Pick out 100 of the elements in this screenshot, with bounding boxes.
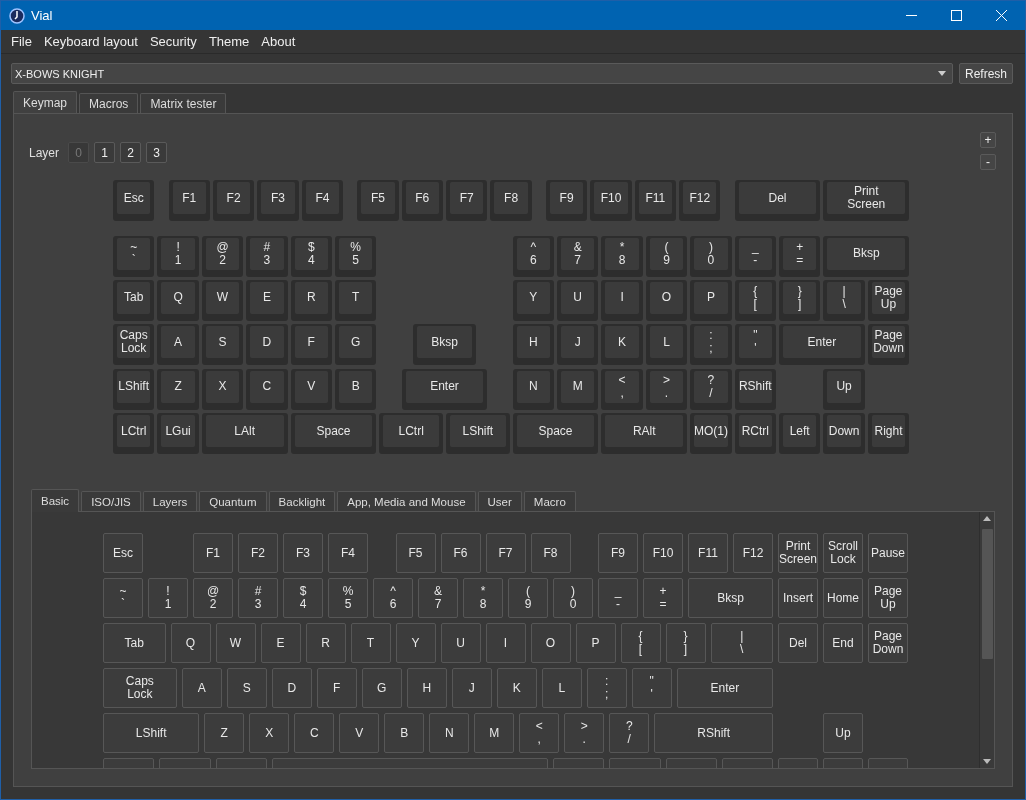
key-button[interactable]: + =: [643, 578, 683, 618]
key-button[interactable]: LCtrl: [113, 413, 155, 455]
key-button[interactable]: B: [384, 713, 425, 753]
key-button[interactable]: G: [335, 324, 377, 366]
key-button[interactable]: F3: [283, 533, 323, 573]
key-button[interactable]: MO(1): [690, 413, 732, 455]
key-button[interactable]: Right: [867, 413, 910, 455]
key-button[interactable]: Del: [778, 623, 818, 663]
key-button[interactable]: @ 2: [193, 578, 233, 618]
scroll-down-icon[interactable]: [983, 759, 991, 764]
key-button[interactable]: Q: [170, 623, 211, 663]
key-button[interactable]: N: [429, 713, 470, 753]
key-button[interactable]: _ -: [598, 578, 638, 618]
tab[interactable]: Quantum: [199, 491, 267, 511]
key-button[interactable]: F: [290, 324, 332, 366]
key-button[interactable]: G: [361, 668, 402, 708]
key-button[interactable]: Down: [823, 413, 865, 455]
tab[interactable]: Backlight: [268, 491, 336, 511]
key-button[interactable]: F7: [446, 180, 488, 221]
key-button[interactable]: Q: [157, 279, 199, 321]
key-button[interactable]: F9: [598, 533, 638, 573]
key-button[interactable]: P: [690, 279, 732, 321]
key-button[interactable]: F1: [193, 533, 233, 573]
key-button[interactable]: V: [339, 713, 380, 753]
key-button[interactable]: Page Up: [867, 279, 910, 321]
key-button[interactable]: H: [512, 324, 554, 366]
key-button[interactable]: Y: [395, 623, 436, 663]
layer-button[interactable]: 1: [94, 142, 116, 163]
refresh-button[interactable]: Refresh: [958, 63, 1013, 84]
key-button[interactable]: F8: [530, 533, 571, 573]
key-button[interactable]: A: [181, 668, 222, 708]
key-button[interactable]: V: [290, 368, 332, 410]
key-button[interactable]: > .: [564, 713, 605, 753]
key-button[interactable]: S: [201, 324, 244, 366]
key-button[interactable]: Tab: [103, 623, 166, 663]
tab[interactable]: App, Media and Mouse: [337, 491, 476, 511]
key-button[interactable]: > .: [645, 368, 688, 410]
key-button[interactable]: F12: [733, 533, 773, 573]
key-button[interactable]: R: [290, 279, 332, 321]
tab[interactable]: ISO/JIS: [81, 491, 141, 511]
key-button[interactable]: I: [485, 623, 526, 663]
key-button[interactable]: Insert: [778, 578, 818, 618]
key-button[interactable]: C: [246, 368, 288, 410]
key-button[interactable]: # 3: [238, 578, 278, 618]
key-button[interactable]: X: [201, 368, 244, 410]
key-button[interactable]: LShift: [103, 713, 200, 753]
menu-item[interactable]: About: [255, 34, 302, 49]
key-button[interactable]: F12: [679, 180, 721, 221]
key-button[interactable]: Space: [290, 413, 377, 455]
key-button[interactable]: D: [246, 324, 288, 366]
key-button[interactable]: Z: [204, 713, 245, 753]
menu-item[interactable]: Theme: [202, 34, 256, 49]
key-button[interactable]: LCtrl: [379, 413, 443, 455]
key-button[interactable]: Y: [512, 279, 554, 321]
key-button[interactable]: P: [575, 623, 616, 663]
key-button[interactable]: Print Screen: [778, 533, 818, 573]
key-button[interactable]: C: [294, 713, 335, 753]
key-button[interactable]: Esc: [113, 180, 155, 221]
key-button[interactable]: Pause: [868, 533, 908, 573]
key-button[interactable]: F8: [490, 180, 532, 221]
key-button[interactable]: Del: [734, 180, 821, 221]
key-button[interactable]: Bksp: [823, 235, 910, 277]
key-button[interactable]: U: [440, 623, 481, 663]
key-button[interactable]: Caps Lock: [113, 324, 155, 366]
key-button[interactable]: F5: [395, 533, 436, 573]
key-button[interactable]: L: [541, 668, 582, 708]
keyboard-dropdown[interactable]: X-BOWS KNIGHT: [11, 63, 953, 84]
key-button[interactable]: N: [512, 368, 554, 410]
key-button[interactable]: ^ 6: [512, 235, 554, 277]
key-button[interactable]: < ,: [519, 713, 560, 753]
key-button[interactable]: F3: [257, 180, 299, 221]
key-button[interactable]: | \: [710, 623, 773, 663]
key-button[interactable]: ~ `: [103, 578, 143, 618]
key-button[interactable]: ) 0: [690, 235, 732, 277]
tab[interactable]: Layers: [142, 491, 198, 511]
scroll-up-icon[interactable]: [983, 516, 991, 521]
key-button[interactable]: & 7: [557, 235, 599, 277]
key-button[interactable]: % 5: [328, 578, 368, 618]
key-button[interactable]: RCtrl: [734, 413, 776, 455]
key-button[interactable]: Caps Lock: [103, 668, 177, 708]
key-button[interactable]: @ 2: [201, 235, 244, 277]
key-button[interactable]: J: [557, 324, 599, 366]
key-button[interactable]: " ': [734, 324, 776, 366]
key-button[interactable]: A: [157, 324, 199, 366]
key-button[interactable]: # 3: [246, 235, 288, 277]
key-button[interactable]: LGui: [157, 413, 199, 455]
key-button[interactable]: Home: [823, 578, 863, 618]
key-button[interactable]: O: [645, 279, 688, 321]
key-button[interactable]: F2: [238, 533, 278, 573]
key-button[interactable]: T: [350, 623, 391, 663]
key-button[interactable]: Space: [512, 413, 599, 455]
key-button[interactable]: { [: [620, 623, 661, 663]
layer-edit-button[interactable]: +: [980, 132, 996, 148]
key-button[interactable]: LShift: [446, 413, 510, 455]
key-button[interactable]: F11: [688, 533, 728, 573]
key-button[interactable]: RShift: [654, 713, 773, 753]
key-button[interactable]: Page Down: [868, 623, 908, 663]
key-button[interactable]: * 8: [601, 235, 643, 277]
key-button[interactable]: F11: [634, 180, 677, 221]
key-button[interactable]: K: [496, 668, 537, 708]
